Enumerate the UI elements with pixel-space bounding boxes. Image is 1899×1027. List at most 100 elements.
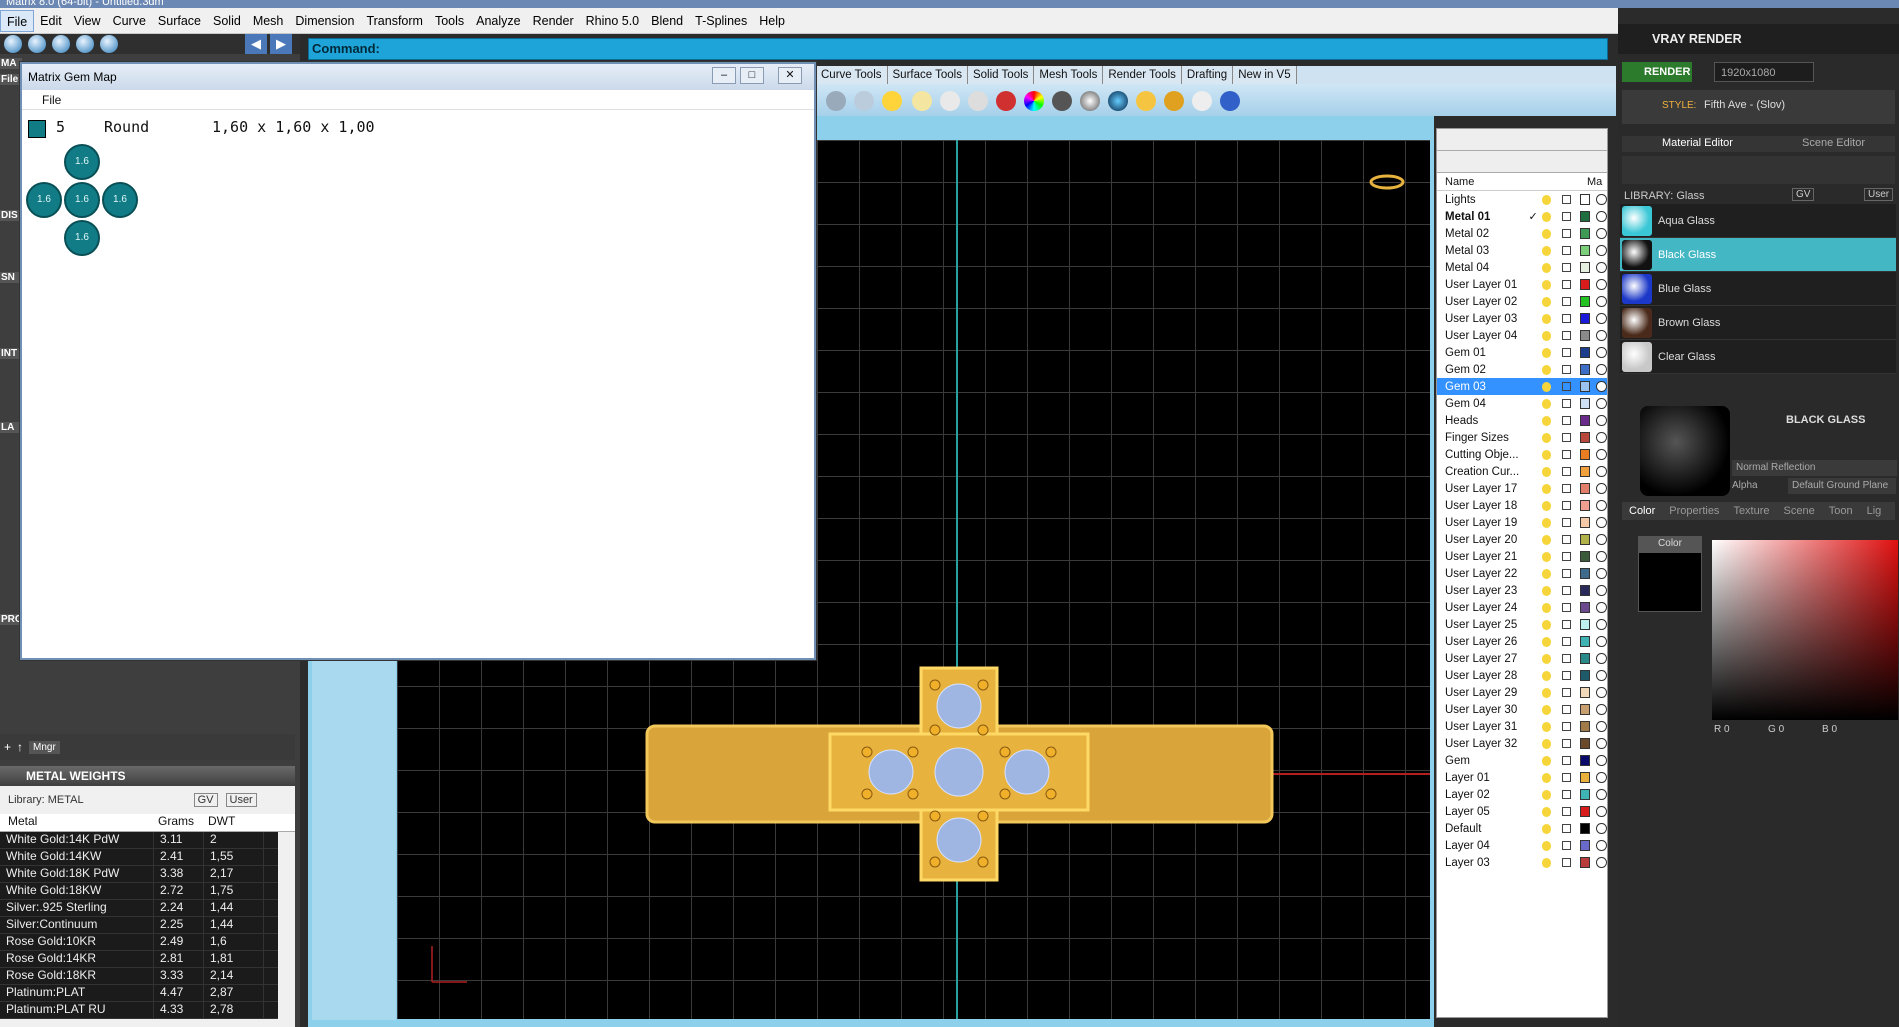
metal-row[interactable]: Silver:.925 Sterling 2.24 1,44 bbox=[0, 900, 278, 917]
layer-lock-icon[interactable] bbox=[1562, 705, 1571, 714]
layer-color-swatch[interactable] bbox=[1579, 483, 1591, 494]
vray-user-toggle[interactable]: User bbox=[1864, 188, 1894, 201]
layer-color-swatch[interactable] bbox=[1579, 857, 1591, 868]
maximize-button[interactable]: □ bbox=[740, 67, 764, 84]
material-icon[interactable] bbox=[996, 91, 1016, 111]
layer-visibility-icon[interactable] bbox=[1541, 704, 1552, 715]
layer-lock-icon[interactable] bbox=[1562, 841, 1571, 850]
material-item[interactable]: Brown Glass bbox=[1620, 306, 1896, 340]
layer-row[interactable]: Gem 04 bbox=[1437, 395, 1607, 412]
metal-row[interactable]: Rose Gold:14KR 2.81 1,81 bbox=[0, 951, 278, 968]
layer-visibility-icon[interactable] bbox=[1541, 347, 1552, 358]
metal-row[interactable]: Platinum:PLAT RU 4.33 2,78 bbox=[0, 1002, 278, 1019]
layer-visibility-icon[interactable] bbox=[1541, 483, 1552, 494]
globe-icon[interactable] bbox=[28, 35, 46, 53]
layer-color-swatch[interactable] bbox=[1579, 653, 1591, 664]
menu-transform[interactable]: Transform bbox=[360, 10, 429, 32]
menu-tools[interactable]: Tools bbox=[429, 10, 470, 32]
layer-material-icon[interactable] bbox=[1596, 449, 1607, 460]
menu-analyze[interactable]: Analyze bbox=[470, 10, 526, 32]
layer-visibility-icon[interactable] bbox=[1541, 211, 1552, 222]
metal-row[interactable]: White Gold:18K PdW 3.38 2,17 bbox=[0, 866, 278, 883]
menu-edit[interactable]: Edit bbox=[34, 10, 68, 32]
layer-lock-icon[interactable] bbox=[1562, 484, 1571, 493]
gem-map-gem[interactable]: 1.6 bbox=[102, 182, 138, 218]
layer-row[interactable]: Layer 01 bbox=[1437, 769, 1607, 786]
layer-color-swatch[interactable] bbox=[1579, 432, 1591, 443]
layer-lock-icon[interactable] bbox=[1562, 365, 1571, 374]
add-layer-icon[interactable]: + bbox=[4, 740, 11, 754]
layer-lock-icon[interactable] bbox=[1562, 433, 1571, 442]
layer-color-swatch[interactable] bbox=[1579, 415, 1591, 426]
col-metal[interactable]: Metal bbox=[0, 814, 154, 831]
arrow-tool-icon[interactable] bbox=[826, 91, 846, 111]
layer-visibility-icon[interactable] bbox=[1541, 840, 1552, 851]
layer-visibility-icon[interactable] bbox=[1541, 432, 1552, 443]
layer-lock-icon[interactable] bbox=[1562, 467, 1571, 476]
layer-visibility-icon[interactable] bbox=[1541, 619, 1552, 630]
material-item[interactable]: Black Glass bbox=[1620, 238, 1896, 272]
layer-visibility-icon[interactable] bbox=[1541, 534, 1552, 545]
layer-lock-icon[interactable] bbox=[1562, 807, 1571, 816]
layer-lock-icon[interactable] bbox=[1562, 773, 1571, 782]
layer-lock-icon[interactable] bbox=[1562, 552, 1571, 561]
layer-row[interactable]: User Layer 02 bbox=[1437, 293, 1607, 310]
layer-visibility-icon[interactable] bbox=[1541, 738, 1552, 749]
reflection-select[interactable]: Normal Reflection bbox=[1732, 460, 1897, 476]
layer-color-swatch[interactable] bbox=[1579, 670, 1591, 681]
layer-material-icon[interactable] bbox=[1596, 687, 1607, 698]
layer-visibility-icon[interactable] bbox=[1541, 330, 1552, 341]
layer-material-icon[interactable] bbox=[1596, 296, 1607, 307]
layer-lock-icon[interactable] bbox=[1562, 688, 1571, 697]
col-dwt[interactable]: DWT bbox=[204, 814, 264, 831]
layer-row[interactable]: User Layer 19 bbox=[1437, 514, 1607, 531]
layer-row[interactable]: User Layer 03 bbox=[1437, 310, 1607, 327]
layer-lock-icon[interactable] bbox=[1562, 263, 1571, 272]
layer-lock-icon[interactable] bbox=[1562, 382, 1571, 391]
layer-visibility-icon[interactable] bbox=[1541, 789, 1552, 800]
tab-material-editor[interactable]: Material Editor bbox=[1662, 137, 1733, 149]
layer-row[interactable]: User Layer 17 bbox=[1437, 480, 1607, 497]
layer-row[interactable]: Default bbox=[1437, 820, 1607, 837]
metal-row[interactable]: Rose Gold:18KR 3.33 2,14 bbox=[0, 968, 278, 985]
layer-row[interactable]: Heads bbox=[1437, 412, 1607, 429]
layer-lock-icon[interactable] bbox=[1562, 603, 1571, 612]
lock-icon[interactable] bbox=[968, 91, 988, 111]
layer-color-swatch[interactable] bbox=[1579, 806, 1591, 817]
layer-material-icon[interactable] bbox=[1596, 806, 1607, 817]
layer-visibility-icon[interactable] bbox=[1541, 857, 1552, 868]
light-icon[interactable] bbox=[882, 91, 902, 111]
menu-help[interactable]: Help bbox=[753, 10, 791, 32]
layer-lock-icon[interactable] bbox=[1562, 450, 1571, 459]
current-layer-check-icon[interactable]: ✓ bbox=[1529, 210, 1542, 223]
layer-color-swatch[interactable] bbox=[1579, 211, 1591, 222]
layer-material-icon[interactable] bbox=[1596, 585, 1607, 596]
layer-material-icon[interactable] bbox=[1596, 194, 1607, 205]
up-arrow-icon[interactable]: ↑ bbox=[17, 740, 23, 754]
layer-color-swatch[interactable] bbox=[1579, 772, 1591, 783]
layer-lock-icon[interactable] bbox=[1562, 620, 1571, 629]
layer-lock-icon[interactable] bbox=[1562, 501, 1571, 510]
layer-row[interactable]: User Layer 29 bbox=[1437, 684, 1607, 701]
layer-color-swatch[interactable] bbox=[1579, 585, 1591, 596]
render-button[interactable]: RENDER bbox=[1622, 62, 1692, 82]
layer-material-icon[interactable] bbox=[1596, 840, 1607, 851]
layer-color-swatch[interactable] bbox=[1579, 755, 1591, 766]
command-line[interactable]: Command: bbox=[308, 38, 1608, 60]
layer-row[interactable]: Layer 05 bbox=[1437, 803, 1607, 820]
layer-row[interactable]: User Layer 24 bbox=[1437, 599, 1607, 616]
matrix-logo-icon[interactable] bbox=[4, 35, 22, 53]
gem-map-gem[interactable]: 1.6 bbox=[64, 220, 100, 256]
layer-visibility-icon[interactable] bbox=[1541, 551, 1552, 562]
layer-lock-icon[interactable] bbox=[1562, 671, 1571, 680]
layer-color-swatch[interactable] bbox=[1579, 636, 1591, 647]
layer-row[interactable]: User Layer 18 bbox=[1437, 497, 1607, 514]
sphere-dark-icon[interactable] bbox=[1052, 91, 1072, 111]
tab-new-in-v5[interactable]: New in V5 bbox=[1233, 66, 1297, 84]
layer-material-icon[interactable] bbox=[1596, 313, 1607, 324]
layer-visibility-icon[interactable] bbox=[1541, 313, 1552, 324]
color-swatch[interactable] bbox=[1638, 552, 1702, 612]
layer-material-icon[interactable] bbox=[1596, 568, 1607, 579]
layer-color-swatch[interactable] bbox=[1579, 704, 1591, 715]
layer-visibility-icon[interactable] bbox=[1541, 228, 1552, 239]
